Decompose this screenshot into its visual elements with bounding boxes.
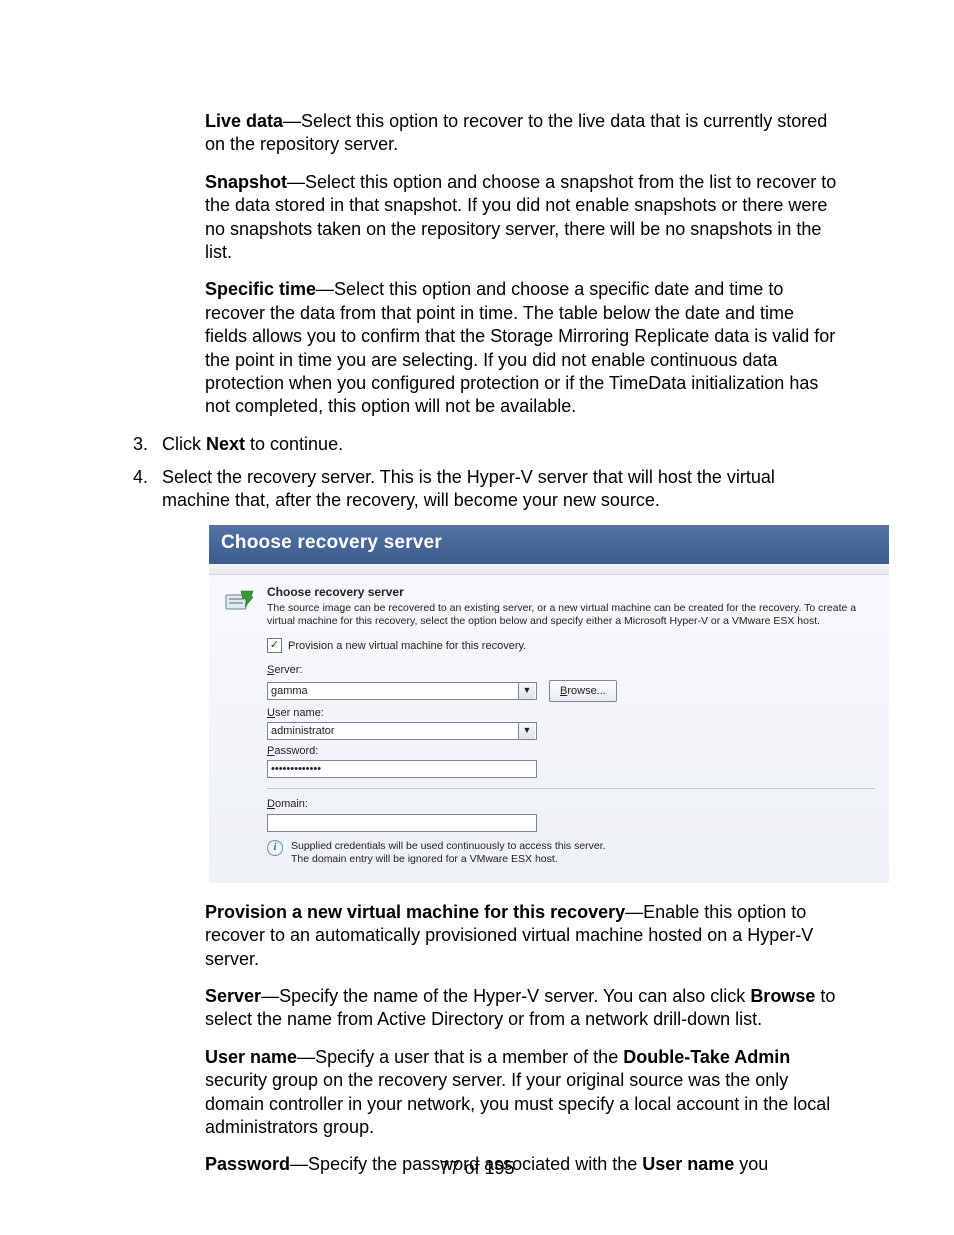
browse-button[interactable]: Browse...	[549, 680, 617, 702]
info-line-1: Supplied credentials will be used contin…	[291, 840, 606, 852]
info-text: Supplied credentials will be used contin…	[291, 840, 606, 867]
provision-label: Provision a new virtual machine for this…	[205, 902, 625, 922]
step-3-bold: Next	[206, 434, 245, 454]
field-divider	[267, 788, 875, 789]
specific-time-paragraph: Specific time—Select this option and cho…	[205, 278, 839, 418]
step-4: 4. Select the recovery server. This is t…	[115, 466, 839, 1177]
password-field-label: Password:	[267, 744, 875, 758]
dialog-body: Choose recovery server The source image …	[209, 575, 889, 883]
server-text-bold: Browse	[750, 986, 815, 1006]
specific-time-label: Specific time	[205, 279, 316, 299]
domain-field-label: Domain:	[267, 797, 875, 811]
step-4-number: 4.	[133, 466, 148, 489]
provision-paragraph: Provision a new virtual machine for this…	[205, 901, 839, 971]
steps-list: 3. Click Next to continue. 4. Select the…	[115, 433, 839, 1177]
info-note: i Supplied credentials will be used cont…	[267, 840, 875, 867]
server-field-row: gamma ▼ Browse...	[267, 680, 875, 702]
document-page: Live data—Select this option to recover …	[0, 0, 954, 1235]
username-text-pre: —Specify a user that is a member of the	[297, 1047, 623, 1067]
server-text-pre: —Specify the name of the Hyper-V server.…	[261, 986, 750, 1006]
dialog-description: The source image can be recovered to an …	[267, 602, 875, 628]
page-number: 77 of 195	[0, 1157, 954, 1180]
domain-input[interactable]	[267, 814, 537, 832]
dialog-content: Choose recovery server The source image …	[267, 585, 875, 867]
live-data-text: —Select this option to recover to the li…	[205, 111, 827, 154]
server-field-label: Server:	[267, 663, 875, 677]
username-label: User name	[205, 1047, 297, 1067]
server-dropdown-button[interactable]: ▼	[518, 683, 535, 699]
provision-checkbox-label: Provision a new virtual machine for this…	[288, 639, 526, 653]
live-data-paragraph: Live data—Select this option to recover …	[205, 110, 839, 157]
domain-field-row	[267, 814, 875, 832]
server-value: gamma	[271, 684, 308, 698]
username-field-label: User name:	[267, 706, 875, 720]
username-text-post: security group on the recovery server. I…	[205, 1070, 830, 1137]
dialog-title: Choose recovery server	[209, 525, 889, 564]
username-field-row: administrator ▼	[267, 722, 875, 740]
snapshot-label: Snapshot	[205, 172, 287, 192]
chevron-down-icon: ▼	[523, 725, 532, 737]
checkmark-icon: ✓	[270, 640, 279, 651]
step-4-text: Select the recovery server. This is the …	[162, 467, 775, 510]
username-paragraph: User name—Specify a user that is a membe…	[205, 1046, 839, 1140]
step-3-number: 3.	[133, 433, 148, 456]
step-3-post: to continue.	[245, 434, 343, 454]
server-recovery-icon	[223, 585, 255, 617]
recovery-server-dialog: Choose recovery server Choose recovery s…	[209, 525, 889, 883]
username-combobox[interactable]: administrator ▼	[267, 722, 537, 740]
password-value: •••••••••••••	[271, 762, 321, 776]
username-text-bold: Double-Take Admin	[623, 1047, 790, 1067]
info-icon: i	[267, 840, 283, 856]
info-line-2: The domain entry will be ignored for a V…	[291, 853, 558, 865]
password-field-row: •••••••••••••	[267, 760, 875, 778]
username-value: administrator	[271, 724, 335, 738]
server-paragraph: Server—Specify the name of the Hyper-V s…	[205, 985, 839, 1032]
snapshot-paragraph: Snapshot—Select this option and choose a…	[205, 171, 839, 265]
password-input[interactable]: •••••••••••••	[267, 760, 537, 778]
provision-checkbox-row[interactable]: ✓ Provision a new virtual machine for th…	[267, 638, 875, 653]
provision-checkbox[interactable]: ✓	[267, 638, 282, 653]
step-3-pre: Click	[162, 434, 206, 454]
server-label: Server	[205, 986, 261, 1006]
chevron-down-icon: ▼	[523, 685, 532, 697]
server-combobox[interactable]: gamma ▼	[267, 682, 537, 700]
snapshot-text: —Select this option and choose a snapsho…	[205, 172, 836, 262]
username-dropdown-button[interactable]: ▼	[518, 723, 535, 739]
step-3: 3. Click Next to continue.	[115, 433, 839, 456]
dialog-separator	[209, 564, 889, 575]
option-descriptions: Live data—Select this option to recover …	[205, 110, 839, 419]
live-data-label: Live data	[205, 111, 283, 131]
dialog-heading: Choose recovery server	[267, 585, 875, 601]
specific-time-text: —Select this option and choose a specifi…	[205, 279, 835, 416]
post-dialog-descriptions: Provision a new virtual machine for this…	[205, 901, 839, 1177]
